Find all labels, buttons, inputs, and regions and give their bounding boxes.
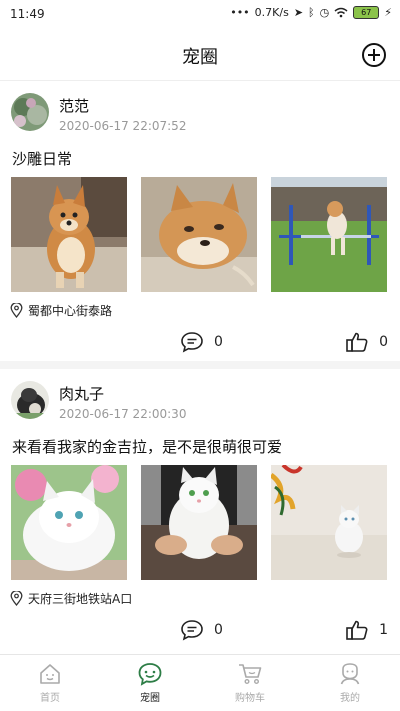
tab-label: 购物车 (235, 693, 265, 704)
tab-label: 首页 (40, 693, 60, 704)
comment-count: 0 (214, 334, 223, 350)
post-content: 沙雕日常 (12, 150, 73, 168)
post-content: 来看看我家的金吉拉，是不是很萌很可爱 (12, 438, 283, 456)
thumbs-up-icon (346, 620, 368, 640)
page-title: 宠圈 (182, 47, 218, 68)
post-photo[interactable] (271, 465, 387, 580)
comment-icon (181, 332, 203, 353)
post-username[interactable]: 肉丸子 (59, 383, 104, 404)
tab-pet-circle[interactable]: 宠圈 (100, 655, 200, 711)
profile-icon (340, 663, 360, 685)
thumbs-up-icon (346, 332, 368, 352)
post-username[interactable]: 范范 (59, 95, 89, 116)
wifi-icon (334, 7, 348, 18)
battery-indicator: 67 (353, 6, 380, 19)
post-location[interactable]: 蜀都中心街泰路 (10, 302, 112, 319)
photo-grid (11, 465, 387, 580)
add-post-button[interactable] (362, 43, 386, 67)
post-photo[interactable] (11, 465, 127, 580)
avatar[interactable] (11, 381, 49, 419)
tab-home[interactable]: 首页 (0, 655, 100, 711)
location-pin-icon (10, 303, 23, 318)
comment-button[interactable]: 0 (180, 619, 223, 641)
avatar[interactable] (11, 93, 49, 131)
location-text: 天府三街地铁站A口 (28, 592, 133, 606)
post-photo[interactable] (141, 177, 257, 292)
photo-grid (11, 177, 387, 292)
like-count: 0 (379, 334, 388, 350)
post-timestamp: 2020-06-17 22:07:52 (59, 119, 187, 133)
tab-profile[interactable]: 我的 (300, 655, 400, 711)
post-location[interactable]: 天府三街地铁站A口 (10, 590, 132, 607)
signal-dots-icon: ••• (230, 6, 250, 19)
bottom-tab-bar: 首页 宠圈 购物车 我的 (0, 654, 400, 711)
bluetooth-icon: ᛒ (308, 6, 315, 19)
tab-label: 宠圈 (140, 693, 160, 704)
top-bar: 宠圈 (0, 28, 400, 81)
status-time: 11:49 (10, 7, 45, 21)
tab-label: 我的 (340, 693, 360, 704)
post-photo[interactable] (271, 177, 387, 292)
post-card: 肉丸子 2020-06-17 22:00:30 来看看我家的金吉拉，是不是很萌很… (0, 369, 400, 654)
tab-cart[interactable]: 购物车 (200, 655, 300, 711)
location-pin-icon (10, 591, 23, 606)
like-count: 1 (379, 622, 388, 638)
network-speed: 0.7K/s (254, 6, 289, 19)
comment-count: 0 (214, 622, 223, 638)
charging-icon: ⚡ (384, 6, 392, 19)
like-button[interactable]: 0 (345, 331, 388, 353)
like-button[interactable]: 1 (345, 619, 388, 641)
location-text: 蜀都中心街泰路 (28, 304, 113, 318)
post-timestamp: 2020-06-17 22:00:30 (59, 407, 187, 421)
post-photo[interactable] (141, 465, 257, 580)
home-icon (40, 664, 60, 684)
alarm-icon: ◷ (319, 6, 330, 19)
comment-button[interactable]: 0 (180, 331, 223, 353)
feed-list[interactable]: 范范 2020-06-17 22:07:52 沙雕日常 蜀都中心街泰路 0 0 … (0, 81, 400, 654)
post-card: 范范 2020-06-17 22:07:52 沙雕日常 蜀都中心街泰路 0 0 (0, 81, 400, 361)
status-icons: ••• 0.7K/s ➤ ᛒ ◷ 67 ⚡ (230, 6, 392, 19)
location-arrow-icon: ➤ (293, 6, 304, 19)
comment-icon (181, 620, 203, 641)
pet-circle-icon (138, 663, 162, 686)
post-photo[interactable] (11, 177, 127, 292)
cart-icon (239, 664, 262, 685)
status-bar: 11:49 ••• 0.7K/s ➤ ᛒ ◷ 67 ⚡ (0, 0, 400, 28)
